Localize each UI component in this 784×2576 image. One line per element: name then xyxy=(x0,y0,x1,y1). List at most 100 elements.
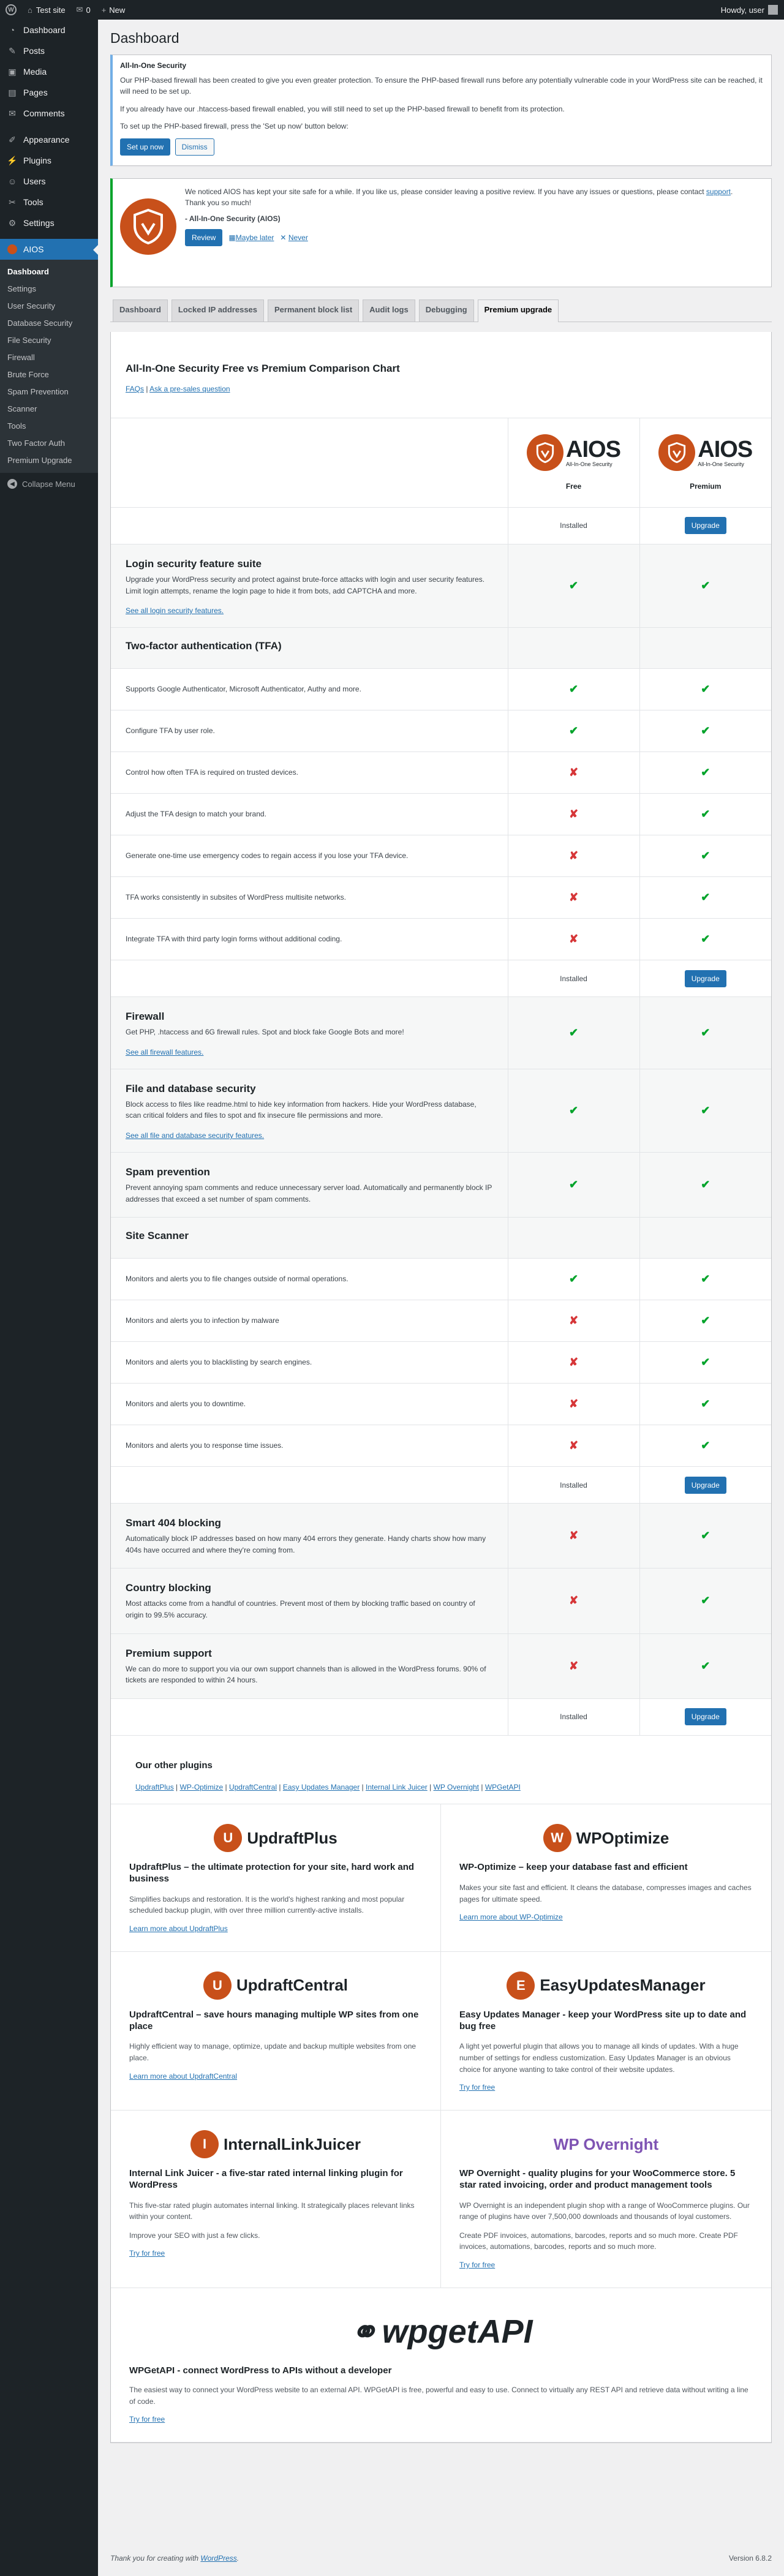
upgrade-button[interactable]: Upgrade xyxy=(684,1708,726,1726)
plugin-learn-more-link[interactable]: Try for free xyxy=(459,2261,495,2269)
submenu-item-scanner[interactable]: Scanner xyxy=(0,401,98,418)
comments-count: 0 xyxy=(86,5,91,15)
plugin-link-updraftplus[interactable]: UpdraftPlus xyxy=(135,1783,174,1791)
submenu-item-settings[interactable]: Settings xyxy=(0,281,98,298)
set-up-now-button[interactable]: Set up now xyxy=(120,138,171,156)
plugin-link-wpgetapi[interactable]: WPGetAPI xyxy=(485,1783,521,1791)
wpgetapi-link[interactable]: Try for free xyxy=(129,2415,165,2423)
upgrade-button[interactable]: Upgrade xyxy=(684,517,726,535)
wordpress-logo-menu[interactable]: W xyxy=(0,0,22,20)
submenu-item-firewall[interactable]: Firewall xyxy=(0,349,98,366)
tab-audit-logs[interactable]: Audit logs xyxy=(363,299,415,322)
my-account-menu[interactable]: Howdy, user xyxy=(721,5,784,15)
wordpress-icon: W xyxy=(6,4,17,15)
calendar-icon: ▦ xyxy=(228,233,236,242)
feature-item-text: Supports Google Authenticator, Microsoft… xyxy=(126,685,361,694)
feature-description: Block access to files like readme.html t… xyxy=(126,1099,477,1120)
logo-text: AIOS xyxy=(698,437,753,463)
plugin-link-easy-updates-manager[interactable]: Easy Updates Manager xyxy=(283,1783,360,1791)
submenu-item-spam-prevention[interactable]: Spam Prevention xyxy=(0,383,98,401)
never-link[interactable]: ✕ Never xyxy=(280,232,307,243)
submenu-item-premium-upgrade[interactable]: Premium Upgrade xyxy=(0,452,98,469)
feature-link[interactable]: See all login security features. xyxy=(126,606,224,615)
tab-dashboard[interactable]: Dashboard xyxy=(113,299,168,322)
feature-item-text: Monitors and alerts you to response time… xyxy=(126,1441,284,1450)
wordpress-link[interactable]: WordPress xyxy=(200,2554,236,2563)
plugin-link-internal-link-juicer[interactable]: Internal Link Juicer xyxy=(366,1783,428,1791)
admin-sidebar: ◔ Dashboard ✎ Posts ▣ Media ▤ Pages ✉ Comments ✐ Ap… xyxy=(0,20,98,2576)
plugin-link-wp-optimize[interactable]: WP-Optimize xyxy=(180,1783,224,1791)
plugin-learn-more-link[interactable]: Learn more about UpdraftCentral xyxy=(129,2072,237,2081)
dashboard-icon: ◔ xyxy=(9,25,15,35)
footer-thanks-text: Thank you for creating with xyxy=(110,2554,201,2563)
sidebar-item-comments[interactable]: ✉ Comments xyxy=(0,103,98,124)
check-icon: ✔ xyxy=(701,579,710,592)
faqs-link[interactable]: FAQs xyxy=(126,385,144,393)
feature-item-row: Monitors and alerts you to blacklisting … xyxy=(111,1341,771,1384)
site-name-link[interactable]: ⌂ Test site xyxy=(22,0,71,20)
review-notice: We noticed AIOS has kept your site safe … xyxy=(110,178,772,287)
feature-description: Most attacks come from a handful of coun… xyxy=(126,1599,475,1619)
premium-plan-header: AIOS All-In-One Security Premium xyxy=(639,417,771,508)
submenu-item-user-security[interactable]: User Security xyxy=(0,298,98,315)
sidebar-item-label: Tools xyxy=(23,197,43,207)
comments-link[interactable]: ✉ 0 xyxy=(71,0,96,20)
support-link[interactable]: support xyxy=(706,187,731,196)
cross-icon: ✘ xyxy=(568,1314,579,1327)
sidebar-item-settings[interactable]: ⚙ Settings xyxy=(0,213,98,233)
feature-item-row: Control how often TFA is required on tru… xyxy=(111,751,771,794)
feature-link[interactable]: See all file and database security featu… xyxy=(126,1131,264,1140)
sidebar-item-posts[interactable]: ✎ Posts xyxy=(0,40,98,61)
plugin-link-updraftcentral[interactable]: UpdraftCentral xyxy=(229,1783,277,1791)
submenu-item-brute-force[interactable]: Brute Force xyxy=(0,366,98,383)
upgrade-button[interactable]: Upgrade xyxy=(684,1476,726,1494)
tab-debugging[interactable]: Debugging xyxy=(418,299,474,322)
sidebar-item-appearance[interactable]: ✐ Appearance xyxy=(0,129,98,150)
sidebar-item-tools[interactable]: ✂ Tools xyxy=(0,192,98,213)
plugin-description: Create PDF invoices, automations, barcod… xyxy=(459,2231,738,2251)
plugin-learn-more-link[interactable]: Try for free xyxy=(129,2249,165,2258)
review-button[interactable]: Review xyxy=(185,228,223,246)
presale-link[interactable]: Ask a pre-sales question xyxy=(149,385,230,393)
sidebar-item-aios[interactable]: AIOS xyxy=(0,239,98,260)
plugin-learn-more-link[interactable]: Try for free xyxy=(459,2083,495,2092)
sidebar-item-users[interactable]: ☺ Users xyxy=(0,171,98,192)
plugin-link-wp-overnight[interactable]: WP Overnight xyxy=(434,1783,479,1791)
tab-premium-upgrade[interactable]: Premium upgrade xyxy=(477,299,559,322)
maybe-later-link[interactable]: ▦Maybe later xyxy=(228,232,274,243)
plugin-description: Highly efficient way to manage, optimize… xyxy=(129,2042,417,2062)
collapse-icon: ◀ xyxy=(7,479,17,489)
dismiss-button[interactable]: Dismiss xyxy=(175,138,214,156)
submenu-item-database-security[interactable]: Database Security xyxy=(0,315,98,332)
sidebar-item-plugins[interactable]: ⚡ Plugins xyxy=(0,150,98,171)
feature-cell: Control how often TFA is required on tru… xyxy=(111,751,508,794)
feature-cell: Supports Google Authenticator, Microsoft… xyxy=(111,668,508,710)
feature-link[interactable]: See all firewall features. xyxy=(126,1048,203,1056)
feature-description: Upgrade your WordPress security and prot… xyxy=(126,574,485,595)
feature-title: Login security feature suite xyxy=(126,557,262,570)
plugin-title: UpdraftPlus – the ultimate protection fo… xyxy=(129,1862,415,1884)
submenu-item-two-factor-auth[interactable]: Two Factor Auth xyxy=(0,435,98,452)
feature-cell: TFA works consistently in subsites of Wo… xyxy=(111,876,508,919)
feature-item-text: Configure TFA by user role. xyxy=(126,726,215,736)
other-plugins-links: UpdraftPlus | WP-Optimize | UpdraftCentr… xyxy=(135,1783,521,1792)
plugin-learn-more-link[interactable]: Learn more about WP-Optimize xyxy=(459,1913,563,1921)
new-content-link[interactable]: + New xyxy=(96,0,131,20)
collapse-menu-button[interactable]: ◀ Collapse Menu xyxy=(0,473,98,489)
tab-permanent-block-list[interactable]: Permanent block list xyxy=(268,299,360,322)
submenu-item-tools[interactable]: Tools xyxy=(0,418,98,435)
tab-locked-ip-addresses[interactable]: Locked IP addresses xyxy=(171,299,265,322)
feature-row: Country blocking Most attacks come from a… xyxy=(111,1568,771,1633)
submenu-item-dashboard[interactable]: Dashboard xyxy=(0,263,98,281)
plugin-description: Improve your SEO with just a few clicks. xyxy=(129,2231,260,2240)
feature-row: File and database security Block access t… xyxy=(111,1068,771,1153)
install-row: Installed Upgrade xyxy=(111,960,771,997)
sidebar-item-media[interactable]: ▣ Media xyxy=(0,61,98,82)
sidebar-item-dashboard[interactable]: ◔ Dashboard xyxy=(0,20,98,40)
submenu-item-file-security[interactable]: File Security xyxy=(0,332,98,349)
feature-item-row: Monitors and alerts you to file changes … xyxy=(111,1258,771,1300)
plugin-learn-more-link[interactable]: Learn more about UpdraftPlus xyxy=(129,1924,228,1933)
sidebar-item-pages[interactable]: ▤ Pages xyxy=(0,82,98,103)
feature-cell: Monitors and alerts you to file changes … xyxy=(111,1258,508,1300)
upgrade-button[interactable]: Upgrade xyxy=(684,970,726,987)
